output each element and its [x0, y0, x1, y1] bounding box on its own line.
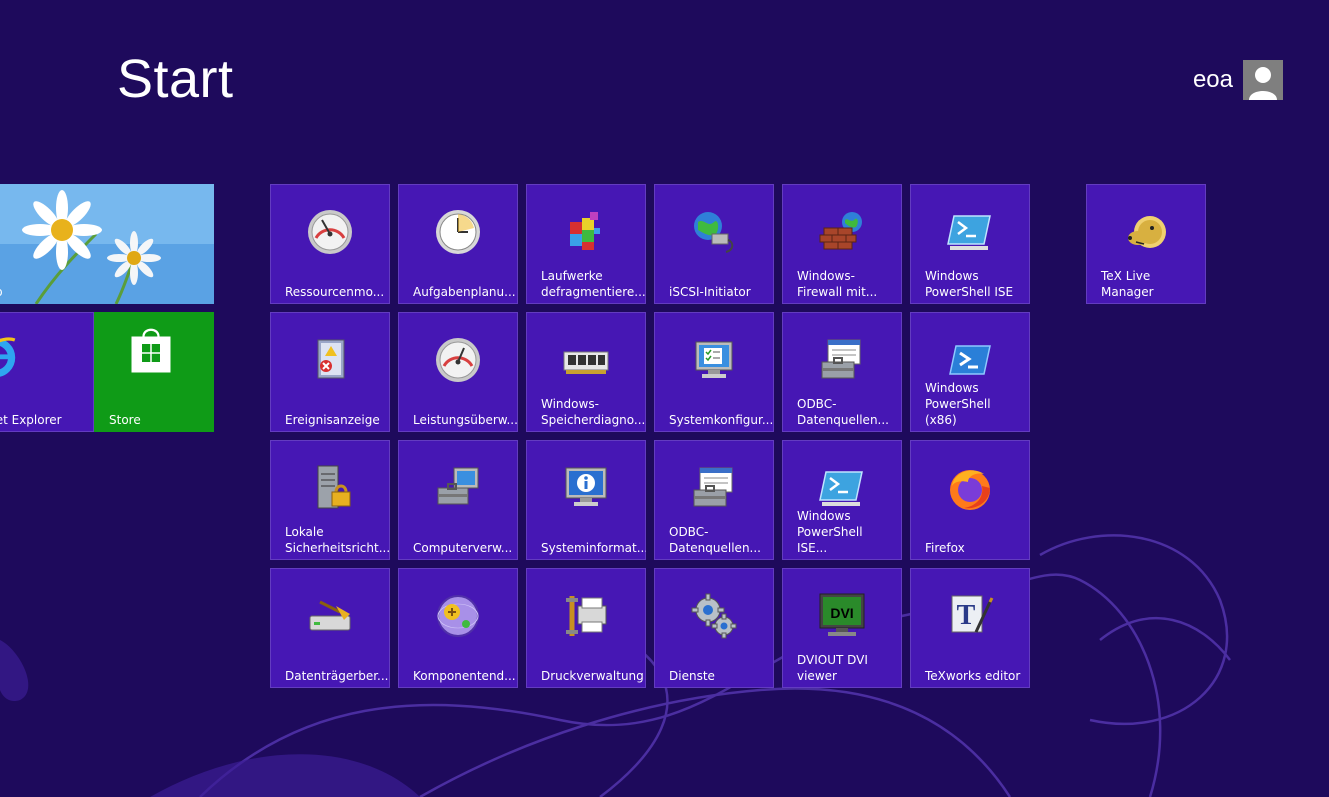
tile-aufgabenplanung[interactable]: Aufgabenplanu... — [398, 184, 518, 304]
tile-label: Systeminformat... — [541, 541, 646, 555]
tile-label: Leistungsüberw... — [413, 413, 518, 427]
firefox-icon — [946, 464, 994, 512]
tile-label: Computerverw... — [413, 541, 513, 555]
tile-label: Windows- Speicherdiagno... — [541, 397, 646, 427]
tile-leistungsueberwachung[interactable]: Leistungsüberw... — [398, 312, 518, 432]
odbc-toolbox-icon — [818, 336, 866, 384]
tile-odbc-datenquellen-1[interactable]: ODBC- Datenquellen... — [782, 312, 902, 432]
user-account[interactable]: eoa — [1193, 60, 1283, 100]
tile-label: Datenträgerber... — [285, 669, 389, 683]
globe-network-icon — [690, 208, 738, 256]
tile-komponentendienste[interactable]: Komponentend... — [398, 568, 518, 688]
internet-explorer-icon — [0, 332, 30, 392]
tile-label: iSCSI-Initiator — [669, 285, 751, 299]
tile-tex-live-manager[interactable]: TeX Live Manager — [1086, 184, 1206, 304]
tile-label: DVIOUT DVI viewer — [797, 653, 868, 683]
tile-label: Dienste — [669, 669, 715, 683]
tile-ereignisanzeige[interactable]: Ereignisanzeige — [270, 312, 390, 432]
system-info-icon — [562, 464, 610, 512]
tile-label: Ereignisanzeige — [285, 413, 380, 427]
odbc-toolbox-icon — [690, 464, 738, 512]
memory-chip-icon — [562, 336, 610, 384]
gauge-icon — [306, 208, 354, 256]
tile-label: ODBC- Datenquellen... — [669, 525, 761, 555]
powershell-ise-icon — [946, 208, 994, 256]
tile-powershell-x86[interactable]: Windows PowerShell (x86) — [910, 312, 1030, 432]
tile-label: Laufwerke defragmentiere... — [541, 269, 646, 299]
tile-powershell-ise-x86[interactable]: Windows PowerShell ISE... — [782, 440, 902, 560]
svg-text:T: T — [957, 600, 976, 631]
dvi-text: DVI — [830, 605, 853, 621]
texworks-icon: T — [946, 592, 994, 640]
tile-label: Windows- Firewall mit... — [797, 269, 878, 299]
tile-firefox[interactable]: Firefox — [910, 440, 1030, 560]
tex-lion-icon — [1122, 208, 1170, 256]
tile-datentraegerbereinigung[interactable]: Datenträgerber... — [270, 568, 390, 688]
tile-label: ktop — [0, 284, 206, 300]
component-services-icon — [434, 592, 482, 640]
tile-iscsi-initiator[interactable]: iSCSI-Initiator — [654, 184, 774, 304]
user-name: eoa — [1192, 66, 1233, 93]
tile-odbc-datenquellen-2[interactable]: ODBC- Datenquellen... — [654, 440, 774, 560]
gauge-icon — [434, 336, 482, 384]
tile-label: Druckverwaltung — [541, 669, 644, 683]
tile-computerverwaltung[interactable]: Computerverw... — [398, 440, 518, 560]
clock-icon — [434, 208, 482, 256]
store-bag-icon — [127, 326, 183, 390]
tile-desktop[interactable]: ktop — [0, 184, 214, 304]
tile-label: Lokale Sicherheitsricht... — [285, 525, 390, 555]
disk-cleanup-icon — [306, 592, 354, 640]
tile-label: Windows PowerShell ISE — [925, 269, 1014, 299]
tile-systemkonfiguration[interactable]: Systemkonfigur... — [654, 312, 774, 432]
tile-dienste[interactable]: Dienste — [654, 568, 774, 688]
tile-label: Aufgabenplanu... — [413, 285, 516, 299]
tile-internet-explorer[interactable]: ernet Explorer — [0, 312, 94, 432]
tile-label: Firefox — [925, 541, 965, 555]
server-lock-icon — [306, 464, 354, 512]
page-title: Start — [117, 49, 234, 109]
tile-dviout-dvi-viewer[interactable]: DVI DVIOUT DVI viewer — [782, 568, 902, 688]
tile-systeminformation[interactable]: Systeminformat... — [526, 440, 646, 560]
firewall-icon — [818, 208, 866, 256]
tile-label: Windows PowerShell ISE... — [797, 509, 863, 555]
dvi-monitor-icon: DVI — [818, 592, 866, 640]
tile-lokale-sicherheitsrichtlinie[interactable]: Lokale Sicherheitsricht... — [270, 440, 390, 560]
system-config-icon — [690, 336, 738, 384]
tile-texworks-editor[interactable]: T TeXworks editor — [910, 568, 1030, 688]
tile-druckverwaltung[interactable]: Druckverwaltung — [526, 568, 646, 688]
tile-label: TeX Live Manager — [1101, 269, 1154, 299]
tile-label: TeXworks editor — [925, 669, 1021, 683]
tile-label: Ressourcenmo... — [285, 285, 385, 299]
tile-label: Systemkonfigur... — [669, 413, 774, 427]
tile-label: ernet Explorer — [0, 413, 62, 427]
tile-laufwerke-defragmentieren[interactable]: Laufwerke defragmentiere... — [526, 184, 646, 304]
tile-windows-speicherdiagnose[interactable]: Windows- Speicherdiagno... — [526, 312, 646, 432]
defrag-blocks-icon — [562, 208, 610, 256]
event-log-icon — [306, 336, 354, 384]
tile-label: Komponentend... — [413, 669, 516, 683]
computer-management-icon — [434, 464, 482, 512]
tile-store[interactable]: Store — [94, 312, 214, 432]
tile-label: ODBC- Datenquellen... — [797, 397, 889, 427]
tile-windows-firewall[interactable]: Windows- Firewall mit... — [782, 184, 902, 304]
tile-ressourcenmonitor[interactable]: Ressourcenmo... — [270, 184, 390, 304]
printer-icon — [562, 592, 610, 640]
tile-powershell-ise[interactable]: Windows PowerShell ISE — [910, 184, 1030, 304]
powershell-ise-icon — [818, 464, 866, 512]
user-silhouette-icon[interactable] — [1243, 60, 1283, 100]
tile-label: Store — [109, 413, 141, 427]
powershell-icon — [946, 336, 994, 384]
gears-icon — [690, 592, 738, 640]
tile-label: Windows PowerShell (x86) — [925, 381, 991, 427]
